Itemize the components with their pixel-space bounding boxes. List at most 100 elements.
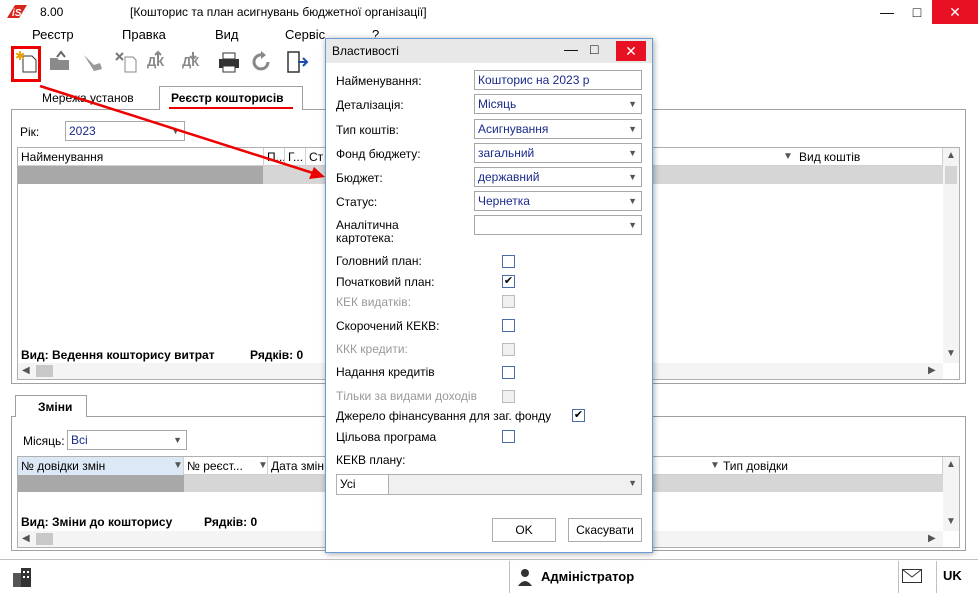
hscroll-thumb[interactable] [36, 533, 53, 545]
col-st[interactable]: Ст [306, 148, 326, 166]
exit-icon[interactable] [284, 49, 310, 75]
dialog-title-bar: Властивості — □ ✕ [326, 39, 652, 63]
detail-combo[interactable]: Місяць ▼ [474, 94, 642, 114]
app-version: 8.00 [40, 5, 64, 19]
chevron-down-icon[interactable]: ▼ [628, 478, 637, 488]
col-registry-number[interactable]: № реєст... [184, 457, 268, 475]
vertical-scrollbar[interactable]: ▲ ▼ [943, 457, 959, 531]
kekv-plan-combo[interactable]: Усі ▼ [336, 474, 642, 495]
col-g[interactable]: Г... [285, 148, 306, 166]
col-change-number[interactable]: № довідки змін [18, 457, 184, 475]
debit-credit-down-icon[interactable]: ДК [181, 49, 207, 75]
scroll-thumb[interactable] [945, 166, 957, 184]
table-row[interactable] [18, 475, 184, 492]
refresh-icon[interactable] [249, 49, 275, 75]
col-p[interactable]: П... [264, 148, 285, 166]
grid-footer-rows: Рядків: 0 [250, 348, 304, 362]
maximize-button[interactable]: □ [902, 0, 932, 24]
kkk-checkbox[interactable] [502, 343, 515, 356]
open-folder-icon[interactable] [47, 49, 73, 75]
initial-plan-checkbox[interactable]: ✔ [502, 275, 515, 288]
cancel-button[interactable]: Скасувати [568, 518, 642, 542]
vertical-scrollbar[interactable]: ▲ ▼ [943, 148, 959, 363]
delete-icon[interactable] [113, 49, 139, 75]
tab-institutions[interactable]: Мережа установ [42, 91, 134, 113]
title-bar: iS 8.00 [Кошторис та план асигнувань бюд… [0, 0, 978, 24]
budget-combo[interactable]: державний ▼ [474, 167, 642, 187]
edit-icon[interactable] [80, 49, 106, 75]
chevron-down-icon[interactable]: ▼ [628, 168, 637, 186]
main-plan-checkbox[interactable] [502, 255, 515, 268]
user-icon [518, 569, 532, 586]
col-change-date[interactable]: Дата змін [268, 457, 326, 475]
income-only-checkbox[interactable] [502, 390, 515, 403]
ok-button[interactable]: OK [492, 518, 556, 542]
tab-changes[interactable]: Зміни [15, 395, 87, 417]
close-button[interactable]: ✕ [932, 0, 978, 24]
dialog-maximize-button[interactable]: □ [590, 41, 598, 57]
kekv-plan-label: КЕКВ плану: [336, 453, 406, 467]
month-combo[interactable]: Всі ▼ [67, 430, 187, 450]
credits-checkbox[interactable] [502, 366, 515, 379]
print-icon[interactable] [216, 49, 242, 75]
chevron-down-icon[interactable]: ▼ [710, 460, 720, 471]
dialog-close-button[interactable]: ✕ [616, 41, 646, 61]
language-indicator[interactable]: UK [943, 568, 962, 583]
kek-checkbox[interactable] [502, 295, 515, 308]
chevron-down-icon[interactable]: ▼ [173, 460, 183, 471]
new-document-icon[interactable]: ✱ [14, 49, 40, 75]
chevron-down-icon[interactable]: ▼ [628, 120, 637, 138]
scroll-up-icon[interactable]: ▲ [946, 150, 956, 161]
tab-estimates[interactable]: Реєстр кошторисів [159, 86, 303, 110]
program-checkbox[interactable] [502, 430, 515, 443]
chevron-down-icon[interactable]: ▼ [628, 95, 637, 113]
status-divider [898, 561, 899, 593]
funds-type-label: Тип коштів: [336, 123, 399, 137]
card-label: Аналітична картотека: [336, 218, 399, 245]
scroll-left-icon[interactable]: ◀ [22, 365, 30, 376]
scroll-right-icon[interactable]: ▶ [928, 533, 936, 544]
building-icon[interactable] [10, 565, 34, 589]
scroll-right-icon[interactable]: ▶ [928, 365, 936, 376]
chevron-down-icon[interactable]: ▼ [628, 216, 637, 234]
col-reference-type[interactable]: Тип довідки [720, 457, 943, 475]
menu-registry[interactable]: Реєстр [32, 27, 74, 42]
menu-edit[interactable]: Правка [122, 27, 166, 42]
tab-underline [169, 107, 293, 109]
svg-text:ДК: ДК [147, 54, 164, 69]
dialog-minimize-button[interactable]: — [564, 41, 578, 57]
short-kekv-label: Скорочений КЕКВ: [336, 319, 440, 333]
scroll-up-icon[interactable]: ▲ [946, 459, 956, 470]
chevron-down-icon[interactable]: ▼ [628, 192, 637, 210]
status-combo[interactable]: Чернетка ▼ [474, 191, 642, 211]
chevron-down-icon[interactable]: ▼ [258, 460, 268, 471]
menu-view[interactable]: Вид [215, 27, 239, 42]
funds-type-combo[interactable]: Асигнування ▼ [474, 119, 642, 139]
col-funds-type[interactable]: Вид коштів [796, 148, 943, 166]
source-checkbox[interactable]: ✔ [572, 409, 585, 422]
chevron-down-icon[interactable]: ▼ [783, 151, 793, 162]
short-kekv-checkbox[interactable] [502, 319, 515, 332]
grid-footer-view: Вид: Зміни до кошторису [21, 515, 173, 529]
col-name[interactable]: Найменування [18, 148, 264, 166]
hscroll-thumb[interactable] [36, 365, 53, 377]
name-field[interactable]: Кошторис на 2023 р [474, 70, 642, 90]
mail-icon[interactable] [902, 569, 922, 583]
chevron-down-icon[interactable]: ▼ [628, 144, 637, 162]
debit-credit-icon[interactable]: ДК [146, 49, 172, 75]
tab-estimates-label: Реєстр кошторисів [171, 91, 284, 105]
scroll-left-icon[interactable]: ◀ [22, 533, 30, 544]
menu-service[interactable]: Сервіс [285, 27, 325, 42]
status-value: Чернетка [478, 194, 530, 208]
minimize-button[interactable]: — [872, 0, 902, 24]
initial-plan-label: Початковий план: [336, 275, 435, 289]
budget-fund-combo[interactable]: загальний ▼ [474, 143, 642, 163]
year-combo[interactable]: 2023 ▼ [65, 121, 185, 141]
card-combo[interactable]: ▼ [474, 215, 642, 235]
grid-footer-rows: Рядків: 0 [204, 515, 258, 529]
scroll-down-icon[interactable]: ▼ [946, 516, 956, 527]
table-row[interactable] [18, 166, 263, 184]
scroll-down-icon[interactable]: ▼ [946, 348, 956, 359]
chevron-down-icon[interactable]: ▼ [171, 122, 180, 140]
chevron-down-icon[interactable]: ▼ [173, 431, 182, 449]
